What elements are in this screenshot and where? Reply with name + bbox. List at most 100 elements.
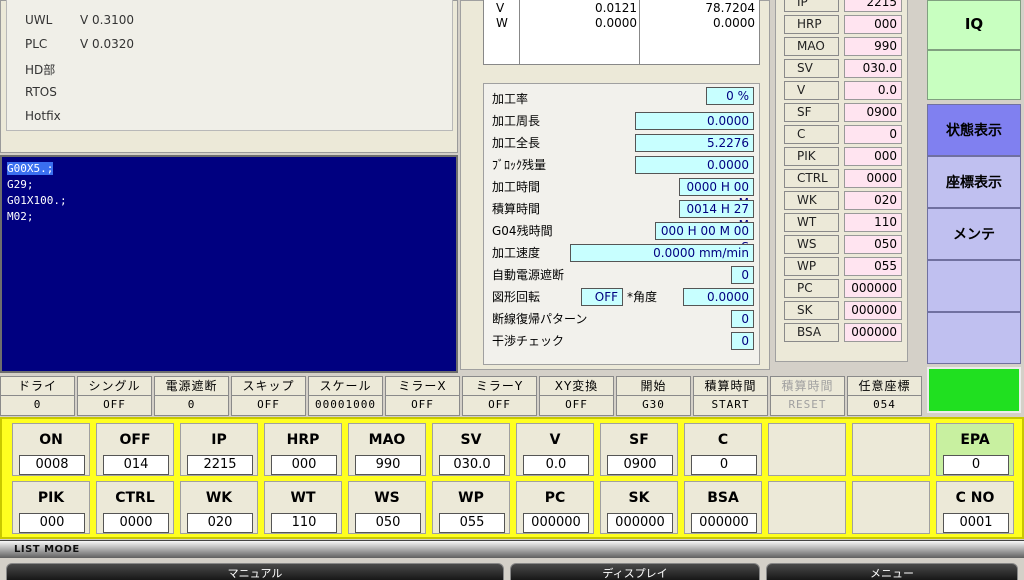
list-mode-label: LIST MODE: [14, 544, 80, 555]
param-value[interactable]: 990: [844, 37, 902, 56]
grid-cell-wt[interactable]: WT 110: [264, 481, 342, 534]
grid-cell-ws[interactable]: WS 050: [348, 481, 426, 534]
param-value[interactable]: 000000: [844, 301, 902, 320]
param-key: CTRL: [784, 169, 839, 188]
param-key: PIK: [784, 147, 839, 166]
param-key: MAO: [784, 37, 839, 56]
list-mode-bar: LIST MODE: [0, 540, 1024, 558]
grid-cell-hrp[interactable]: HRP 000: [264, 423, 342, 476]
grid-cell-sk[interactable]: SK 000000: [600, 481, 678, 534]
param-value[interactable]: 2215: [844, 0, 902, 12]
param-value[interactable]: 000000: [844, 323, 902, 342]
param-value[interactable]: 0000: [844, 169, 902, 188]
param-value[interactable]: 0: [844, 125, 902, 144]
grid-cell-mao[interactable]: MAO 990: [348, 423, 426, 476]
version-row: PLC V 0.0320: [25, 37, 135, 51]
grid-cell-bsa[interactable]: BSA 000000: [684, 481, 762, 534]
program-editor[interactable]: G00X5.; G29; G01X100.; M02;: [0, 155, 458, 373]
grid-cell-c[interactable]: C0: [684, 423, 762, 476]
param-key: PC: [784, 279, 839, 298]
accum-reset-button[interactable]: 積算時間 RESET: [770, 376, 845, 416]
param-value[interactable]: 0900: [844, 103, 902, 122]
program-line[interactable]: G29;: [7, 177, 451, 193]
grid-cell-pc[interactable]: PC 000000: [516, 481, 594, 534]
block-label: ﾌﾞﾛｯｸ残量: [492, 158, 547, 172]
coords-display-button[interactable]: 座標表示: [927, 156, 1021, 208]
maintenance-button[interactable]: メンテ: [927, 208, 1021, 260]
param-key: C: [784, 125, 839, 144]
skip-button[interactable]: スキップ OFF: [231, 376, 306, 416]
rate-field: 0 %: [706, 87, 754, 105]
grid-cell-ctrl[interactable]: CTRL 0000: [96, 481, 174, 534]
status-display-button[interactable]: 状態表示: [927, 104, 1021, 156]
param-value[interactable]: 020: [844, 191, 902, 210]
param-key: BSA: [784, 323, 839, 342]
wire-field: 0: [731, 310, 754, 328]
scale-button[interactable]: スケール 00001000: [308, 376, 383, 416]
single-block-button[interactable]: シングル OFF: [77, 376, 152, 416]
param-value[interactable]: 0.0: [844, 81, 902, 100]
accum-field: 0014 H 27 M: [679, 200, 754, 232]
version-row: RTOS: [25, 85, 57, 99]
iq-button[interactable]: IQ: [927, 0, 1021, 50]
param-key: SK: [784, 301, 839, 320]
param-value[interactable]: 055: [844, 257, 902, 276]
blank-button[interactable]: [927, 260, 1021, 312]
param-value[interactable]: 030.0: [844, 59, 902, 78]
manual-tab[interactable]: マニュアル: [6, 563, 504, 580]
arbitrary-coord-button[interactable]: 任意座標 054: [847, 376, 922, 416]
grid-cell-off[interactable]: OFF 014: [96, 423, 174, 476]
grid-cell-empty: [852, 481, 930, 534]
grid-cell-ip[interactable]: IP 2215: [180, 423, 258, 476]
param-key: SF: [784, 103, 839, 122]
param-value[interactable]: 110: [844, 213, 902, 232]
vw-label-column: V W: [484, 0, 520, 64]
param-value[interactable]: 000000: [844, 279, 902, 298]
g04-field: 000 H 00 M 00 S: [655, 222, 754, 254]
grid-cell-epa[interactable]: EPA 0: [936, 423, 1014, 476]
vw-table: V W 0.0121 0.0000 78.7204 0.0000: [483, 0, 760, 65]
mirror-y-button[interactable]: ミラーY OFF: [462, 376, 537, 416]
grid-cell-sf[interactable]: SF 0900: [600, 423, 678, 476]
grid-cell-empty: [768, 423, 846, 476]
accum-start-button[interactable]: 積算時間 START: [693, 376, 768, 416]
vw-v-value-2: 78.7204: [705, 1, 755, 15]
mirror-x-button[interactable]: ミラーX OFF: [385, 376, 460, 416]
param-key: IP: [784, 0, 839, 12]
grid-cell-pik[interactable]: PIK 000: [12, 481, 90, 534]
grid-cell-wk[interactable]: WK 020: [180, 481, 258, 534]
blank-green-button[interactable]: [927, 50, 1021, 100]
grid-cell-cno[interactable]: C NO 0001: [936, 481, 1014, 534]
grid-cell-on[interactable]: ON 0008: [12, 423, 90, 476]
param-value[interactable]: 050: [844, 235, 902, 254]
xy-swap-button[interactable]: XY変換 OFF: [539, 376, 614, 416]
autopower-label: 自動電源遮断: [492, 268, 565, 282]
program-line[interactable]: M02;: [7, 209, 451, 225]
rotate-field: OFF: [581, 288, 623, 306]
grid-cell-empty: [852, 423, 930, 476]
interference-label: 干渉チェック: [492, 334, 565, 348]
perimeter-field: 0.0000: [635, 112, 754, 130]
menu-tab[interactable]: メニュー: [766, 563, 1018, 580]
grid-cell-wp[interactable]: WP 055: [432, 481, 510, 534]
g04-label: G04残時間: [492, 224, 553, 238]
speed-field: 0.0000 mm/min: [570, 244, 754, 262]
grid-cell-sv[interactable]: SV 030.0: [432, 423, 510, 476]
param-value[interactable]: 000: [844, 147, 902, 166]
power-cutoff-button[interactable]: 電源遮断 0: [154, 376, 229, 416]
program-line[interactable]: G01X100.;: [7, 193, 451, 209]
dry-run-button[interactable]: ドライ 0: [0, 376, 75, 416]
perimeter-label: 加工周長: [492, 114, 541, 128]
version-row: HD部: [25, 63, 56, 77]
display-tab[interactable]: ディスプレイ: [510, 563, 760, 580]
start-button[interactable]: 開始 G30: [616, 376, 691, 416]
param-value[interactable]: 000: [844, 15, 902, 34]
blank-button[interactable]: [927, 312, 1021, 364]
autopower-field: 0: [731, 266, 754, 284]
param-key: WP: [784, 257, 839, 276]
grid-cell-v[interactable]: V 0.0: [516, 423, 594, 476]
program-line[interactable]: G00X5.;: [7, 161, 451, 177]
angle-field: 0.0000: [683, 288, 754, 306]
param-key: HRP: [784, 15, 839, 34]
vw-value-column-1: 0.0121 0.0000: [520, 0, 640, 64]
